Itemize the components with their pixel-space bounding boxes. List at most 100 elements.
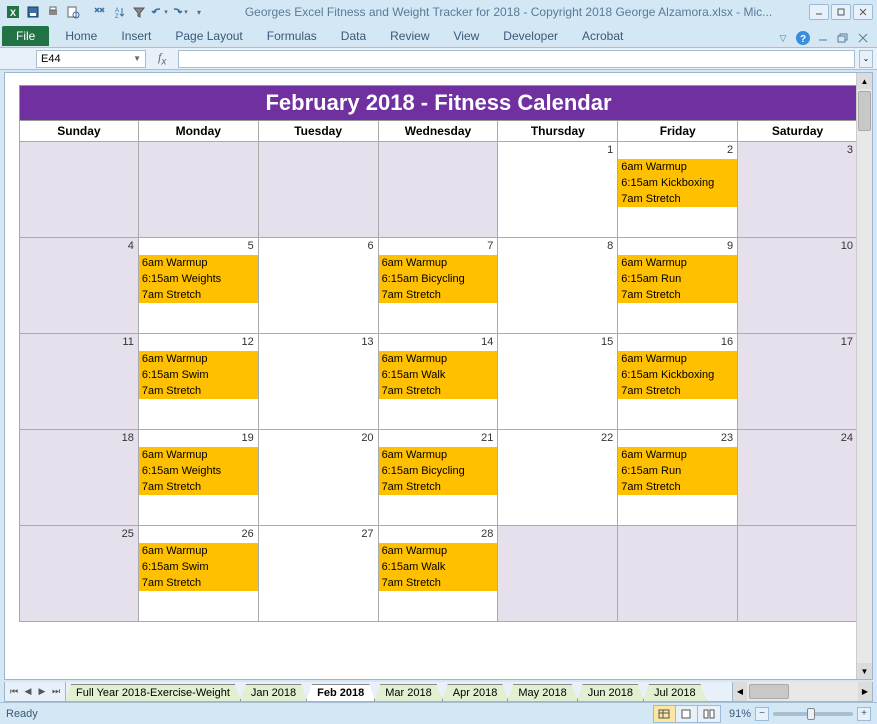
hscroll-right-icon[interactable]: ▶	[858, 682, 872, 701]
tab-last-icon[interactable]: ⏭	[49, 684, 63, 700]
hscroll-left-icon[interactable]: ◀	[733, 682, 747, 701]
calendar-cell[interactable]: 3	[738, 142, 858, 238]
vscroll-thumb[interactable]	[858, 91, 871, 131]
ribbon-tab-acrobat[interactable]: Acrobat	[570, 26, 635, 46]
ribbon-tab-view[interactable]: View	[442, 26, 492, 46]
calendar-cell[interactable]: 15	[498, 334, 618, 430]
zoom-slider-thumb[interactable]	[807, 708, 815, 720]
sheet-tab[interactable]: Mar 2018	[374, 684, 442, 701]
print-preview-icon[interactable]	[64, 3, 82, 21]
calendar-cell[interactable]	[738, 526, 858, 622]
sheet-content[interactable]: February 2018 - Fitness Calendar SundayM…	[5, 73, 872, 679]
hscroll-thumb[interactable]	[749, 684, 789, 699]
fx-icon[interactable]: fx	[154, 50, 170, 67]
calendar-cell[interactable]	[139, 142, 259, 238]
calendar-cell[interactable]: 166am Warmup6:15am Kickboxing7am Stretch	[618, 334, 738, 430]
scroll-down-icon[interactable]: ▼	[857, 663, 872, 679]
zoom-out-button[interactable]: −	[755, 707, 769, 721]
page-break-view-button[interactable]	[698, 706, 720, 722]
ribbon-tab-developer[interactable]: Developer	[491, 26, 570, 46]
calendar-cell[interactable]: 6	[259, 238, 379, 334]
calendar-cell[interactable]	[19, 142, 139, 238]
sheet-tab[interactable]: Feb 2018	[306, 684, 375, 701]
close-button[interactable]	[853, 4, 873, 20]
ribbon-tab-data[interactable]: Data	[329, 26, 378, 46]
ribbon-tab-page-layout[interactable]: Page Layout	[163, 26, 254, 46]
calendar-cell[interactable]: 236am Warmup6:15am Run7am Stretch	[618, 430, 738, 526]
calendar-cell[interactable]: 26am Warmup6:15am Kickboxing7am Stretch	[618, 142, 738, 238]
calendar-cell[interactable]: 18	[19, 430, 139, 526]
calendar-cell[interactable]: 25	[19, 526, 139, 622]
ribbon-tab-review[interactable]: Review	[378, 26, 441, 46]
calendar-cell[interactable]: 126am Warmup6:15am Swim7am Stretch	[139, 334, 259, 430]
ribbon-tab-home[interactable]: Home	[53, 26, 109, 46]
calendar-cell[interactable]: 1	[498, 142, 618, 238]
calendar-event: 6:15am Kickboxing	[618, 367, 737, 383]
undo-icon[interactable]: ▾	[150, 3, 168, 21]
save-icon[interactable]	[24, 3, 42, 21]
workbook-minimize-icon[interactable]	[815, 30, 831, 46]
name-box[interactable]: E44 ▼	[36, 50, 146, 68]
page-layout-view-button[interactable]	[676, 706, 698, 722]
find-icon[interactable]	[90, 3, 108, 21]
file-tab[interactable]: File	[2, 26, 49, 46]
calendar-cell[interactable]: 76am Warmup6:15am Bicycling7am Stretch	[379, 238, 499, 334]
sheet-tab[interactable]: Jun 2018	[577, 684, 644, 701]
horizontal-scrollbar[interactable]: ◀ ▶	[732, 682, 872, 701]
calendar-cell[interactable]: 27	[259, 526, 379, 622]
calendar-cell[interactable]: 13	[259, 334, 379, 430]
formula-bar-expand-icon[interactable]: ⌄	[859, 50, 873, 68]
excel-icon[interactable]: X	[4, 3, 22, 21]
tab-prev-icon[interactable]: ◀	[21, 684, 35, 700]
redo-icon[interactable]: ▾	[170, 3, 188, 21]
normal-view-button[interactable]	[654, 706, 676, 722]
calendar-cell[interactable]: 17	[738, 334, 858, 430]
print-icon[interactable]	[44, 3, 62, 21]
ribbon-tab-formulas[interactable]: Formulas	[255, 26, 329, 46]
calendar-cell[interactable]: 20	[259, 430, 379, 526]
maximize-button[interactable]	[831, 4, 851, 20]
calendar-cell[interactable]	[618, 526, 738, 622]
calendar-cell[interactable]: 24	[738, 430, 858, 526]
calendar-cell[interactable]: 96am Warmup6:15am Run7am Stretch	[618, 238, 738, 334]
sort-icon[interactable]: AZ	[110, 3, 128, 21]
namebox-dropdown-icon[interactable]: ▼	[133, 54, 141, 63]
calendar-event: 6am Warmup	[618, 255, 737, 271]
calendar-cell[interactable]: 8	[498, 238, 618, 334]
calendar-cell[interactable]: 286am Warmup6:15am Walk7am Stretch	[379, 526, 499, 622]
formula-input[interactable]	[178, 50, 855, 68]
zoom-slider[interactable]	[773, 712, 853, 716]
sheet-tab[interactable]: Jul 2018	[643, 684, 707, 701]
calendar-cell[interactable]: 216am Warmup6:15am Bicycling7am Stretch	[379, 430, 499, 526]
calendar-cell[interactable]: 4	[19, 238, 139, 334]
zoom-level[interactable]: 91%	[729, 708, 751, 720]
filter-icon[interactable]	[130, 3, 148, 21]
calendar-cell[interactable]: 22	[498, 430, 618, 526]
calendar-cell[interactable]: 196am Warmup6:15am Weights7am Stretch	[139, 430, 259, 526]
ribbon-minimize-icon[interactable]: ▽	[775, 30, 791, 46]
calendar-cell[interactable]: 146am Warmup6:15am Walk7am Stretch	[379, 334, 499, 430]
qat-customize-icon[interactable]: ▾	[190, 3, 208, 21]
calendar-cell[interactable]	[498, 526, 618, 622]
zoom-in-button[interactable]: +	[857, 707, 871, 721]
tab-first-icon[interactable]: ⏮	[7, 684, 21, 700]
ribbon-tab-insert[interactable]: Insert	[109, 26, 163, 46]
sheet-tab[interactable]: Jan 2018	[240, 684, 307, 701]
dow-header: Tuesday	[259, 121, 379, 142]
sheet-tab[interactable]: May 2018	[507, 684, 577, 701]
help-icon[interactable]: ?	[795, 30, 811, 46]
sheet-tab[interactable]: Full Year 2018-Exercise-Weight	[66, 684, 241, 701]
calendar-cell[interactable]: 56am Warmup6:15am Weights7am Stretch	[139, 238, 259, 334]
calendar-cell[interactable]: 266am Warmup6:15am Swim7am Stretch	[139, 526, 259, 622]
minimize-button[interactable]	[809, 4, 829, 20]
vertical-scrollbar[interactable]: ▲ ▼	[856, 73, 872, 679]
calendar-cell[interactable]: 10	[738, 238, 858, 334]
workbook-close-icon[interactable]	[855, 30, 871, 46]
calendar-cell[interactable]	[379, 142, 499, 238]
tab-next-icon[interactable]: ▶	[35, 684, 49, 700]
scroll-up-icon[interactable]: ▲	[857, 73, 872, 89]
calendar-cell[interactable]	[259, 142, 379, 238]
workbook-restore-icon[interactable]	[835, 30, 851, 46]
sheet-tab[interactable]: Apr 2018	[442, 684, 509, 701]
calendar-cell[interactable]: 11	[19, 334, 139, 430]
